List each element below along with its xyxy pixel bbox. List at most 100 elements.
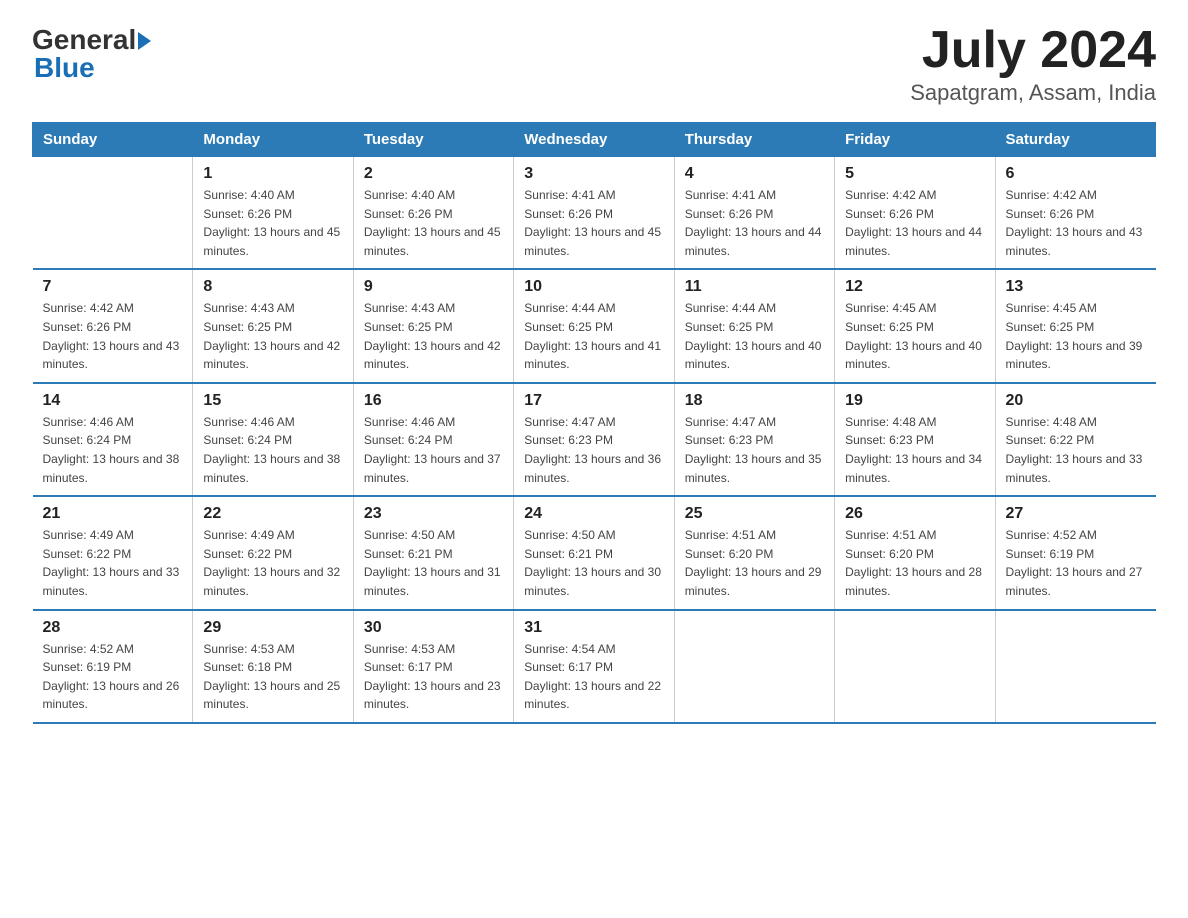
day-info: Sunrise: 4:48 AMSunset: 6:23 PMDaylight:… <box>845 413 984 487</box>
col-thursday: Thursday <box>674 123 834 157</box>
table-row: 9 Sunrise: 4:43 AMSunset: 6:25 PMDaylight… <box>353 269 513 382</box>
day-number: 29 <box>203 619 342 637</box>
table-row: 5 Sunrise: 4:42 AMSunset: 6:26 PMDaylight… <box>835 157 995 270</box>
day-number: 21 <box>43 505 183 523</box>
table-row: 29 Sunrise: 4:53 AMSunset: 6:18 PMDayligh… <box>193 610 353 723</box>
day-number: 18 <box>685 392 824 410</box>
table-row: 25 Sunrise: 4:51 AMSunset: 6:20 PMDayligh… <box>674 496 834 609</box>
logo-arrow-icon <box>138 32 151 50</box>
day-info: Sunrise: 4:45 AMSunset: 6:25 PMDaylight:… <box>1006 299 1146 373</box>
day-number: 6 <box>1006 165 1146 183</box>
logo-blue-text: Blue <box>32 52 95 84</box>
col-saturday: Saturday <box>995 123 1155 157</box>
table-row: 2 Sunrise: 4:40 AMSunset: 6:26 PMDaylight… <box>353 157 513 270</box>
day-number: 27 <box>1006 505 1146 523</box>
day-info: Sunrise: 4:40 AMSunset: 6:26 PMDaylight:… <box>364 186 503 260</box>
table-row: 16 Sunrise: 4:46 AMSunset: 6:24 PMDayligh… <box>353 383 513 496</box>
table-row: 18 Sunrise: 4:47 AMSunset: 6:23 PMDayligh… <box>674 383 834 496</box>
table-row: 6 Sunrise: 4:42 AMSunset: 6:26 PMDaylight… <box>995 157 1155 270</box>
calendar-week-row: 7 Sunrise: 4:42 AMSunset: 6:26 PMDaylight… <box>33 269 1156 382</box>
table-row: 24Sunrise: 4:50 AMSunset: 6:21 PMDayligh… <box>514 496 674 609</box>
day-number: 28 <box>43 619 183 637</box>
table-row <box>995 610 1155 723</box>
table-row: 23 Sunrise: 4:50 AMSunset: 6:21 PMDayligh… <box>353 496 513 609</box>
day-number: 9 <box>364 278 503 296</box>
day-number: 16 <box>364 392 503 410</box>
day-info: Sunrise: 4:42 AMSunset: 6:26 PMDaylight:… <box>845 186 984 260</box>
day-info: Sunrise: 4:44 AMSunset: 6:25 PMDaylight:… <box>524 299 663 373</box>
table-row <box>835 610 995 723</box>
day-info: Sunrise: 4:52 AMSunset: 6:19 PMDaylight:… <box>1006 526 1146 600</box>
col-friday: Friday <box>835 123 995 157</box>
day-info: Sunrise: 4:46 AMSunset: 6:24 PMDaylight:… <box>43 413 183 487</box>
table-row: 27 Sunrise: 4:52 AMSunset: 6:19 PMDayligh… <box>995 496 1155 609</box>
table-row: 22 Sunrise: 4:49 AMSunset: 6:22 PMDayligh… <box>193 496 353 609</box>
day-number: 3 <box>524 165 663 183</box>
day-number: 31 <box>524 619 663 637</box>
day-info: Sunrise: 4:50 AMSunset: 6:21 PMDaylight:… <box>364 526 503 600</box>
day-info: Sunrise: 4:47 AMSunset: 6:23 PMDaylight:… <box>685 413 824 487</box>
page-header: General Blue July 2024 Sapatgram, Assam,… <box>32 24 1156 106</box>
calendar-table: Sunday Monday Tuesday Wednesday Thursday… <box>32 122 1156 724</box>
calendar-header-row: Sunday Monday Tuesday Wednesday Thursday… <box>33 123 1156 157</box>
day-number: 7 <box>43 278 183 296</box>
day-number: 10 <box>524 278 663 296</box>
calendar-week-row: 1 Sunrise: 4:40 AMSunset: 6:26 PMDaylight… <box>33 157 1156 270</box>
title-block: July 2024 Sapatgram, Assam, India <box>910 24 1156 106</box>
day-number: 1 <box>203 165 342 183</box>
table-row: 3 Sunrise: 4:41 AMSunset: 6:26 PMDaylight… <box>514 157 674 270</box>
day-info: Sunrise: 4:42 AMSunset: 6:26 PMDaylight:… <box>1006 186 1146 260</box>
day-number: 4 <box>685 165 824 183</box>
day-info: Sunrise: 4:43 AMSunset: 6:25 PMDaylight:… <box>203 299 342 373</box>
day-info: Sunrise: 4:52 AMSunset: 6:19 PMDaylight:… <box>43 640 183 714</box>
day-number: 5 <box>845 165 984 183</box>
day-info: Sunrise: 4:54 AMSunset: 6:17 PMDaylight:… <box>524 640 663 714</box>
col-sunday: Sunday <box>33 123 193 157</box>
day-number: 24 <box>524 505 663 523</box>
calendar-week-row: 28 Sunrise: 4:52 AMSunset: 6:19 PMDayligh… <box>33 610 1156 723</box>
day-number: 26 <box>845 505 984 523</box>
day-number: 17 <box>524 392 663 410</box>
day-number: 23 <box>364 505 503 523</box>
day-info: Sunrise: 4:42 AMSunset: 6:26 PMDaylight:… <box>43 299 183 373</box>
table-row <box>33 157 193 270</box>
day-info: Sunrise: 4:51 AMSunset: 6:20 PMDaylight:… <box>845 526 984 600</box>
table-row: 17 Sunrise: 4:47 AMSunset: 6:23 PMDayligh… <box>514 383 674 496</box>
table-row: 8 Sunrise: 4:43 AMSunset: 6:25 PMDaylight… <box>193 269 353 382</box>
table-row: 7 Sunrise: 4:42 AMSunset: 6:26 PMDaylight… <box>33 269 193 382</box>
calendar-week-row: 21 Sunrise: 4:49 AMSunset: 6:22 PMDayligh… <box>33 496 1156 609</box>
day-info: Sunrise: 4:41 AMSunset: 6:26 PMDaylight:… <box>524 186 663 260</box>
day-number: 2 <box>364 165 503 183</box>
table-row <box>674 610 834 723</box>
day-number: 25 <box>685 505 824 523</box>
day-info: Sunrise: 4:49 AMSunset: 6:22 PMDaylight:… <box>43 526 183 600</box>
calendar-week-row: 14 Sunrise: 4:46 AMSunset: 6:24 PMDayligh… <box>33 383 1156 496</box>
day-number: 22 <box>203 505 342 523</box>
location-title: Sapatgram, Assam, India <box>910 80 1156 106</box>
day-info: Sunrise: 4:41 AMSunset: 6:26 PMDaylight:… <box>685 186 824 260</box>
table-row: 14 Sunrise: 4:46 AMSunset: 6:24 PMDayligh… <box>33 383 193 496</box>
day-info: Sunrise: 4:47 AMSunset: 6:23 PMDaylight:… <box>524 413 663 487</box>
day-info: Sunrise: 4:46 AMSunset: 6:24 PMDaylight:… <box>364 413 503 487</box>
day-number: 8 <box>203 278 342 296</box>
col-wednesday: Wednesday <box>514 123 674 157</box>
day-info: Sunrise: 4:53 AMSunset: 6:18 PMDaylight:… <box>203 640 342 714</box>
day-info: Sunrise: 4:45 AMSunset: 6:25 PMDaylight:… <box>845 299 984 373</box>
day-number: 14 <box>43 392 183 410</box>
table-row: 4 Sunrise: 4:41 AMSunset: 6:26 PMDaylight… <box>674 157 834 270</box>
table-row: 20Sunrise: 4:48 AMSunset: 6:22 PMDayligh… <box>995 383 1155 496</box>
day-info: Sunrise: 4:46 AMSunset: 6:24 PMDaylight:… <box>203 413 342 487</box>
month-title: July 2024 <box>910 24 1156 76</box>
table-row: 19Sunrise: 4:48 AMSunset: 6:23 PMDayligh… <box>835 383 995 496</box>
day-info: Sunrise: 4:51 AMSunset: 6:20 PMDaylight:… <box>685 526 824 600</box>
table-row: 30Sunrise: 4:53 AMSunset: 6:17 PMDayligh… <box>353 610 513 723</box>
table-row: 1Sunrise: 4:40 AMSunset: 6:26 PMDaylight… <box>193 157 353 270</box>
day-number: 11 <box>685 278 824 296</box>
day-info: Sunrise: 4:43 AMSunset: 6:25 PMDaylight:… <box>364 299 503 373</box>
logo: General Blue <box>32 24 151 84</box>
day-number: 20 <box>1006 392 1146 410</box>
table-row: 28 Sunrise: 4:52 AMSunset: 6:19 PMDayligh… <box>33 610 193 723</box>
day-info: Sunrise: 4:49 AMSunset: 6:22 PMDaylight:… <box>203 526 342 600</box>
table-row: 11Sunrise: 4:44 AMSunset: 6:25 PMDayligh… <box>674 269 834 382</box>
table-row: 31 Sunrise: 4:54 AMSunset: 6:17 PMDayligh… <box>514 610 674 723</box>
